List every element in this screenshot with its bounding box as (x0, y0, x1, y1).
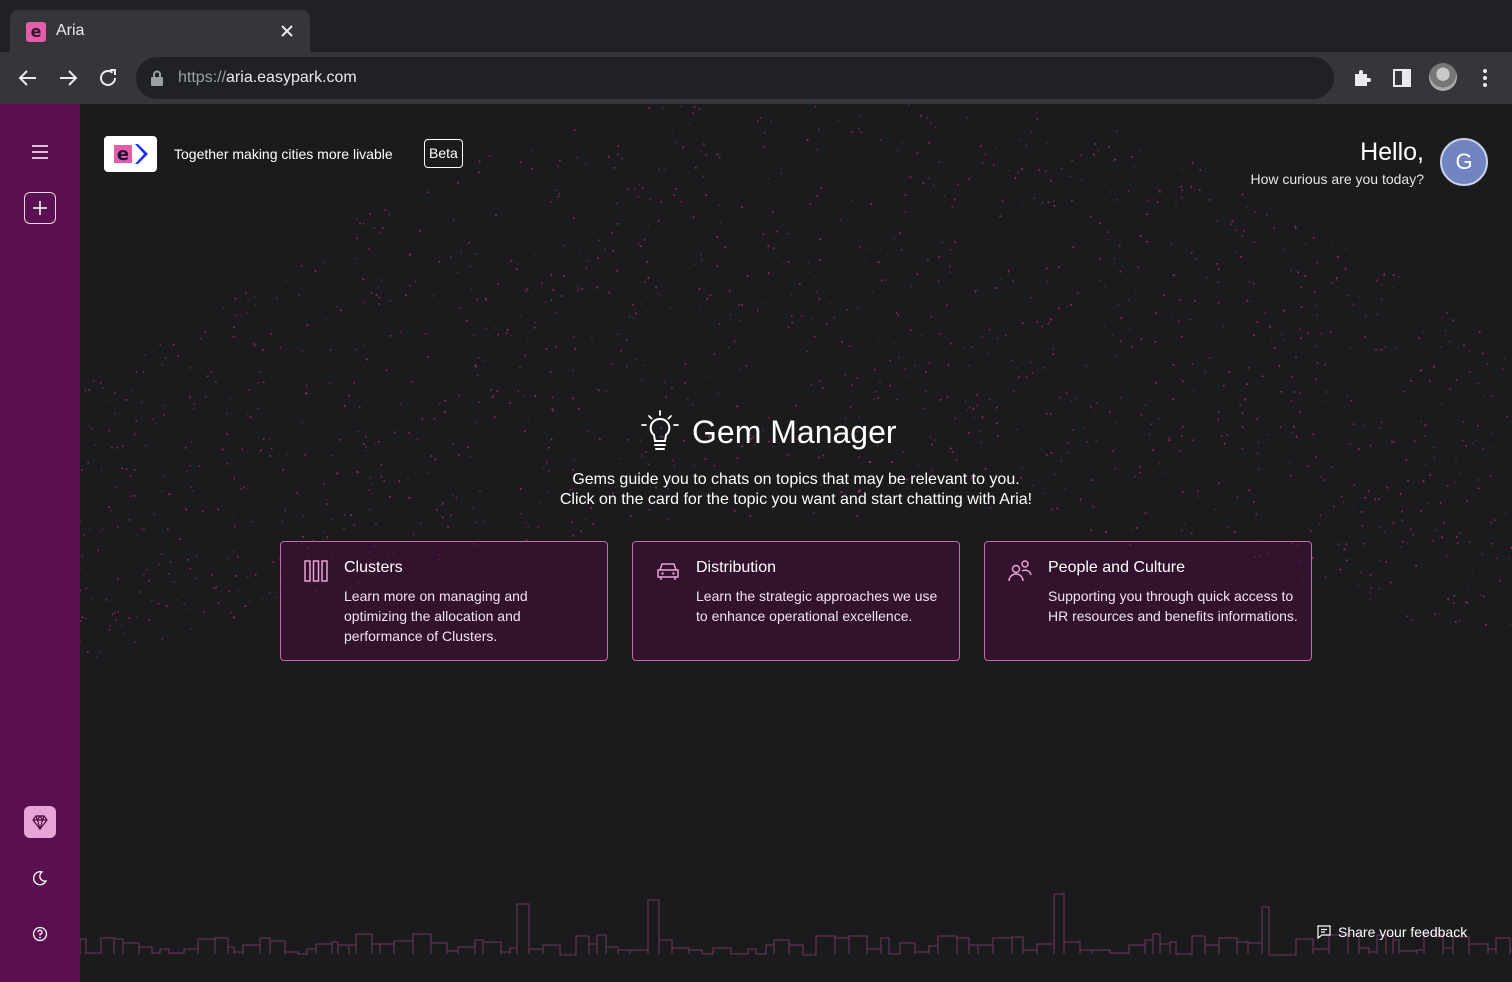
theme-toggle-button[interactable] (24, 862, 56, 894)
menu-icon (32, 145, 48, 159)
card-description: Learn the strategic approaches we use to… (696, 588, 938, 624)
address-bar[interactable]: https://aria.easypark.com (136, 57, 1334, 99)
feedback-icon (1317, 925, 1331, 940)
sidebar (0, 104, 80, 982)
card-title: Clusters (344, 559, 403, 576)
feedback-label: Share your feedback (1338, 924, 1468, 940)
description-line-1: Gems guide you to chats on topics that m… (572, 471, 1020, 488)
browser-profile-avatar[interactable] (1429, 63, 1457, 91)
lock-icon (151, 70, 163, 86)
menu-button[interactable] (24, 136, 56, 168)
gem-card-distribution[interactable]: Distribution Learn the strategic approac… (632, 541, 960, 661)
new-chat-button[interactable] (24, 192, 56, 224)
card-title: Distribution (696, 559, 777, 576)
easypark-logo[interactable]: e (104, 136, 157, 172)
close-icon[interactable] (276, 20, 298, 42)
moon-icon (33, 871, 48, 886)
card-title: People and Culture (1048, 559, 1185, 576)
clusters-icon (304, 560, 328, 582)
gem-manager-title: Gem Manager (692, 413, 897, 450)
gem-manager-heading: Gem Manager (640, 406, 897, 458)
main-content: e Together making cities more livable Be… (80, 104, 1512, 982)
browser-tab[interactable]: e Aria (10, 10, 310, 52)
city-skyline-graphic (80, 893, 1512, 956)
browser-tabbar: e Aria (0, 0, 1512, 52)
user-avatar[interactable]: G (1440, 138, 1488, 186)
aria-favicon-icon: e (26, 22, 46, 42)
svg-text:e: e (117, 144, 129, 165)
url-text: https://aria.easypark.com (178, 69, 357, 86)
card-description: Learn more on managing and optimizing th… (344, 588, 528, 644)
greeting-title: Hello, (1360, 138, 1424, 166)
greeting-subtitle: How curious are you today? (1250, 171, 1424, 187)
browser-toolbar: https://aria.easypark.com (0, 52, 1512, 104)
help-icon (32, 926, 48, 942)
people-icon (1008, 560, 1032, 582)
plus-icon (33, 201, 47, 215)
extensions-icon[interactable] (1350, 66, 1374, 90)
lightbulb-icon (641, 410, 679, 450)
more-menu-icon[interactable] (1473, 66, 1497, 90)
side-panel-icon[interactable] (1390, 66, 1414, 90)
greeting: Hello, How curious are you today? (1250, 138, 1424, 187)
description-line-2: Click on the card for the topic you want… (559, 491, 1033, 508)
gem-manager-button[interactable] (24, 806, 56, 838)
help-button[interactable] (24, 918, 56, 950)
reload-icon[interactable] (96, 66, 120, 90)
car-icon (657, 563, 679, 580)
forward-arrow-icon[interactable] (56, 66, 80, 90)
gem-icon (32, 814, 48, 830)
gem-card-clusters[interactable]: Clusters Learn more on managing and opti… (280, 541, 608, 661)
tab-title: Aria (56, 22, 85, 39)
easypark-logo-icon: e (114, 144, 148, 165)
gem-card-people-and-culture[interactable]: People and Culture Supporting you throug… (984, 541, 1312, 661)
card-description: Supporting you through quick access to H… (1048, 588, 1298, 624)
tagline: Together making cities more livable (174, 146, 393, 162)
share-feedback-button[interactable]: Share your feedback (1316, 924, 1467, 940)
gem-manager-description: Gems guide you to chats on topics that m… (80, 470, 1512, 510)
app-root: e Together making cities more livable Be… (0, 104, 1512, 982)
back-arrow-icon[interactable] (16, 66, 40, 90)
beta-badge: Beta (424, 139, 463, 168)
